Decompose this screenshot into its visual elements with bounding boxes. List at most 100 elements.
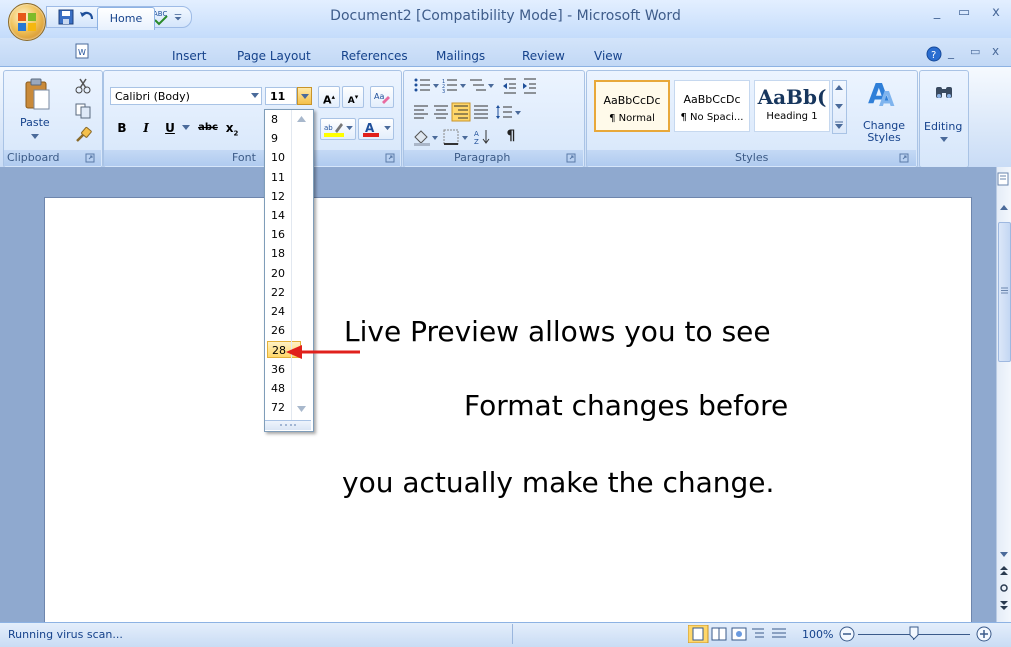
dropdown-scroll-up-icon[interactable] xyxy=(297,116,306,122)
paste-button[interactable]: Paste xyxy=(18,74,56,150)
tab-page-layout[interactable]: Page Layout xyxy=(237,49,311,67)
dialog-launcher-icon[interactable] xyxy=(85,153,95,163)
editing-button[interactable]: Editing xyxy=(922,76,966,150)
select-browse-object-icon[interactable] xyxy=(1000,584,1008,592)
paragraph-dialog-launcher-icon[interactable] xyxy=(566,153,576,163)
shrink-font-button[interactable]: A▾ xyxy=(342,86,364,108)
style-no-spacing[interactable]: AaBbCcDc ¶ No Spaci... xyxy=(674,80,750,132)
document-line-3[interactable]: you actually make the change. xyxy=(342,466,774,499)
previous-page-icon[interactable] xyxy=(1000,566,1008,576)
zoom-out-icon[interactable] xyxy=(838,625,856,643)
style-heading-1-sample: AaBb( xyxy=(757,85,827,109)
strikethrough-button[interactable]: abc xyxy=(195,118,221,138)
svg-text:Z: Z xyxy=(474,138,479,146)
editing-dropdown-icon xyxy=(940,137,948,142)
status-text: Running virus scan... xyxy=(8,628,123,641)
format-painter-icon[interactable] xyxy=(74,126,92,144)
highlight-icon: ab xyxy=(324,123,344,137)
paragraph-row2-icons[interactable] xyxy=(412,102,572,122)
zoom-slider-thumb-icon[interactable] xyxy=(909,626,919,640)
restore-button[interactable]: ▭ xyxy=(955,5,973,23)
web-layout-icon xyxy=(731,627,747,641)
document-line-1[interactable]: Live Preview allows you to see xyxy=(344,315,771,348)
font-color-button[interactable]: A xyxy=(358,118,394,140)
subscript-button[interactable]: x2 xyxy=(222,118,242,138)
tab-references[interactable]: References xyxy=(341,49,408,67)
tab-mailings[interactable]: Mailings xyxy=(436,49,485,67)
shrink-font-glyph: A xyxy=(347,96,355,106)
copy-icon[interactable] xyxy=(75,103,91,119)
styles-scroll-up-icon[interactable] xyxy=(835,85,843,91)
svg-text:W: W xyxy=(78,48,86,57)
borders-icon xyxy=(443,129,459,145)
shading-icon xyxy=(414,130,430,146)
dropdown-resize-grip[interactable] xyxy=(265,420,311,430)
tab-home[interactable]: Home xyxy=(97,7,155,30)
office-button[interactable] xyxy=(8,3,46,41)
cut-icon[interactable] xyxy=(75,78,91,94)
clear-formatting-button[interactable]: Aa xyxy=(370,86,394,108)
style-heading-1[interactable]: AaBb( Heading 1 xyxy=(754,80,830,132)
style-normal[interactable]: AaBbCcDc ¶ Normal xyxy=(594,80,670,132)
style-normal-sample: AaBbCcDc xyxy=(603,94,661,107)
font-dialog-launcher-icon[interactable] xyxy=(385,153,395,163)
underline-dropdown-icon[interactable] xyxy=(182,125,190,131)
align-center-icon xyxy=(434,105,448,119)
sort-icon: AZ xyxy=(474,130,490,146)
font-size-value: 11 xyxy=(270,90,286,103)
decrease-indent-icon xyxy=(503,78,516,94)
zoom-in-icon[interactable] xyxy=(975,625,993,643)
paste-dropdown-icon xyxy=(31,134,39,139)
highlight-dropdown-icon xyxy=(346,126,353,131)
svg-text:A: A xyxy=(879,87,895,109)
dropdown-scroll-down-icon[interactable] xyxy=(297,406,306,412)
next-page-icon[interactable] xyxy=(1000,600,1008,610)
paste-icon xyxy=(25,78,50,110)
draft-icon xyxy=(772,628,786,638)
show-formatting-marks-button[interactable]: ¶ xyxy=(502,128,520,146)
office-logo-icon xyxy=(18,13,36,31)
vertical-scroll-thumb[interactable] xyxy=(998,222,1011,362)
scroll-up-icon[interactable] xyxy=(1000,205,1008,211)
minimize-button[interactable]: _ xyxy=(928,5,946,23)
zoom-level[interactable]: 100% xyxy=(802,628,833,641)
close-button[interactable]: x xyxy=(987,5,1005,23)
doc-minimize-button[interactable]: _ xyxy=(948,45,954,59)
style-heading-1-name: Heading 1 xyxy=(766,111,818,122)
tab-insert[interactable]: Insert xyxy=(172,49,206,67)
underline-button[interactable]: U xyxy=(160,118,180,138)
change-styles-label: Change Styles xyxy=(862,119,906,144)
tab-view[interactable]: View xyxy=(594,49,622,67)
print-layout-icon xyxy=(692,627,704,641)
view-ruler-icon[interactable] xyxy=(995,171,1011,187)
styles-gallery-scroller[interactable] xyxy=(832,80,847,134)
styles-more-icon[interactable] xyxy=(835,121,843,129)
style-normal-name: ¶ Normal xyxy=(609,113,655,124)
font-name-combobox[interactable]: Calibri (Body) xyxy=(110,87,262,105)
styles-dialog-launcher-icon[interactable] xyxy=(899,153,909,163)
dropdown-scrollbar[interactable] xyxy=(291,110,312,420)
tab-review[interactable]: Review xyxy=(522,49,565,67)
styles-scroll-down-icon[interactable] xyxy=(835,104,843,110)
scroll-down-icon[interactable] xyxy=(1000,552,1008,558)
grow-font-button[interactable]: A▴ xyxy=(318,86,340,108)
bold-button[interactable]: B xyxy=(110,118,134,138)
view-buttons[interactable] xyxy=(688,625,794,643)
help-icon[interactable]: ? xyxy=(926,46,942,62)
change-styles-button[interactable]: A A Change Styles xyxy=(858,76,910,150)
numbering-icon: 123 xyxy=(442,79,457,95)
highlight-button[interactable]: ab xyxy=(320,118,356,140)
multilevel-list-icon xyxy=(470,79,486,91)
paragraph-row3-icons[interactable]: AZ xyxy=(412,127,572,147)
word-document-icon[interactable]: W xyxy=(73,42,91,60)
font-size-dropdown-button[interactable] xyxy=(297,87,312,105)
font-size-combobox[interactable]: 11 xyxy=(265,87,297,105)
font-color-icon: A xyxy=(363,121,379,137)
doc-restore-button[interactable]: ▭ xyxy=(970,45,980,58)
font-name-dropdown-icon[interactable] xyxy=(251,93,259,99)
font-group-label: Font xyxy=(232,151,256,164)
italic-button[interactable]: I xyxy=(136,118,156,138)
doc-close-button[interactable]: x xyxy=(992,44,999,58)
document-line-2[interactable]: Format changes before xyxy=(464,389,788,422)
paragraph-row1-icons[interactable]: 123 xyxy=(412,76,572,96)
